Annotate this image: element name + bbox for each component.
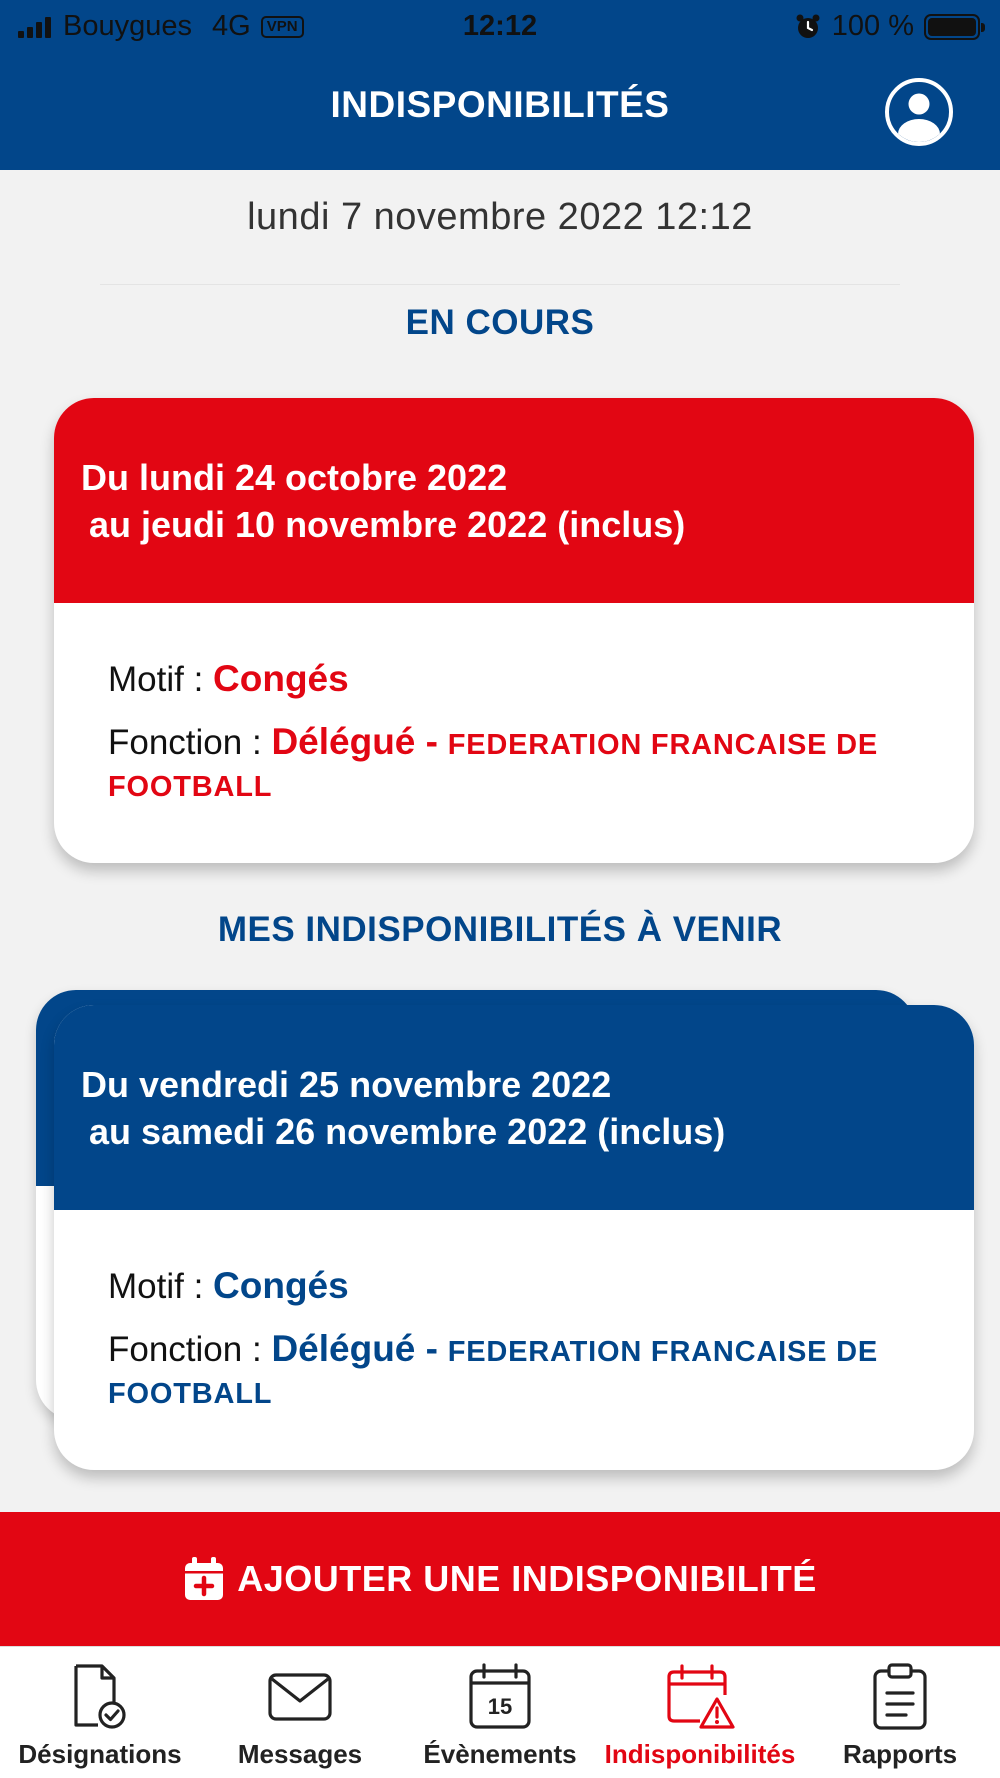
fonction-value: Délégué - bbox=[271, 1328, 438, 1369]
section-title-upcoming: MES INDISPONIBILITÉS À VENIR bbox=[217, 910, 783, 949]
envelope-icon bbox=[268, 1673, 332, 1721]
card-body: Motif : Congés Fonction : Délégué - FEDE… bbox=[54, 603, 974, 807]
card-header: Du lundi 24 octobre 2022 au jeudi 10 nov… bbox=[54, 398, 974, 603]
add-button-label: AJOUTER UNE INDISPONIBILITÉ bbox=[237, 1558, 817, 1599]
tab-rapports[interactable]: Rapports bbox=[800, 1647, 1000, 1778]
tab-indisponibilites[interactable]: Indisponibilités bbox=[600, 1647, 800, 1778]
tab-messages[interactable]: Messages bbox=[200, 1647, 400, 1778]
tab-label: Évènements bbox=[423, 1739, 577, 1769]
fonction-row: Fonction : Délégué - FEDERATION FRANCAIS… bbox=[108, 1329, 920, 1414]
tab-label: Rapports bbox=[842, 1739, 958, 1769]
date-range-end: au samedi 26 novembre 2022 (inclus) bbox=[89, 1111, 726, 1152]
current-unavailability-card[interactable]: Du lundi 24 octobre 2022 au jeudi 10 nov… bbox=[54, 398, 974, 863]
page-title: INDISPONIBILITÉS bbox=[330, 84, 670, 125]
date-range-start: Du lundi 24 octobre 2022 bbox=[81, 457, 508, 498]
motif-value: Congés bbox=[213, 658, 349, 699]
tab-designations[interactable]: Désignations bbox=[0, 1647, 200, 1778]
card-body: Motif : Congés Fonction : Délégué - FEDE… bbox=[54, 1210, 974, 1414]
tab-label: Indisponibilités bbox=[604, 1739, 796, 1769]
status-bar: Bouygues 4G VPN 12:12 100 % bbox=[0, 0, 1000, 56]
divider bbox=[100, 284, 900, 285]
status-time: 12:12 bbox=[462, 10, 538, 42]
user-circle-icon bbox=[898, 93, 940, 142]
bottom-tab-bar: Désignations Messages 15 Évènements Indi… bbox=[0, 1646, 1000, 1778]
tab-evenements[interactable]: 15 Évènements bbox=[400, 1647, 600, 1778]
calendar-warning-icon bbox=[667, 1664, 735, 1729]
motif-label: Motif : bbox=[108, 660, 204, 699]
fonction-row: Fonction : Délégué - FEDERATION FRANCAIS… bbox=[108, 722, 920, 807]
date-range-start: Du vendredi 25 novembre 2022 bbox=[81, 1064, 612, 1105]
calendar-15-icon: 15 bbox=[469, 1663, 531, 1729]
clipboard-icon bbox=[873, 1663, 927, 1730]
document-check-icon bbox=[74, 1664, 126, 1729]
profile-button[interactable] bbox=[885, 78, 953, 146]
tab-label: Messages bbox=[237, 1739, 363, 1769]
app-header: Bouygues 4G VPN 12:12 100 % INDISPONIBIL… bbox=[0, 0, 1000, 170]
motif-value: Congés bbox=[213, 1265, 349, 1306]
fonction-value: Délégué - bbox=[271, 721, 438, 762]
motif-row: Motif : Congés bbox=[108, 1265, 920, 1307]
date-range-end: au jeudi 10 novembre 2022 (inclus) bbox=[89, 504, 686, 545]
card-header: Du vendredi 25 novembre 2022 au samedi 2… bbox=[54, 1005, 974, 1210]
upcoming-unavailability-card[interactable]: Du vendredi 25 novembre 2022 au samedi 2… bbox=[54, 1005, 974, 1470]
battery-icon bbox=[924, 13, 985, 40]
motif-row: Motif : Congés bbox=[108, 658, 920, 700]
motif-label: Motif : bbox=[108, 1267, 204, 1306]
fonction-label: Fonction : bbox=[108, 1330, 262, 1369]
section-title-current: EN COURS bbox=[405, 303, 595, 342]
fonction-label: Fonction : bbox=[108, 723, 262, 762]
alarm-icon bbox=[796, 14, 820, 38]
battery-percentage: 100 % bbox=[831, 10, 914, 42]
svg-text:15: 15 bbox=[488, 1694, 512, 1719]
tab-label: Désignations bbox=[18, 1739, 182, 1769]
current-datetime: lundi 7 novembre 2022 12:12 bbox=[247, 196, 753, 238]
calendar-plus-icon bbox=[185, 1557, 224, 1600]
add-unavailability-button[interactable]: AJOUTER UNE INDISPONIBILITÉ bbox=[0, 1512, 1000, 1646]
